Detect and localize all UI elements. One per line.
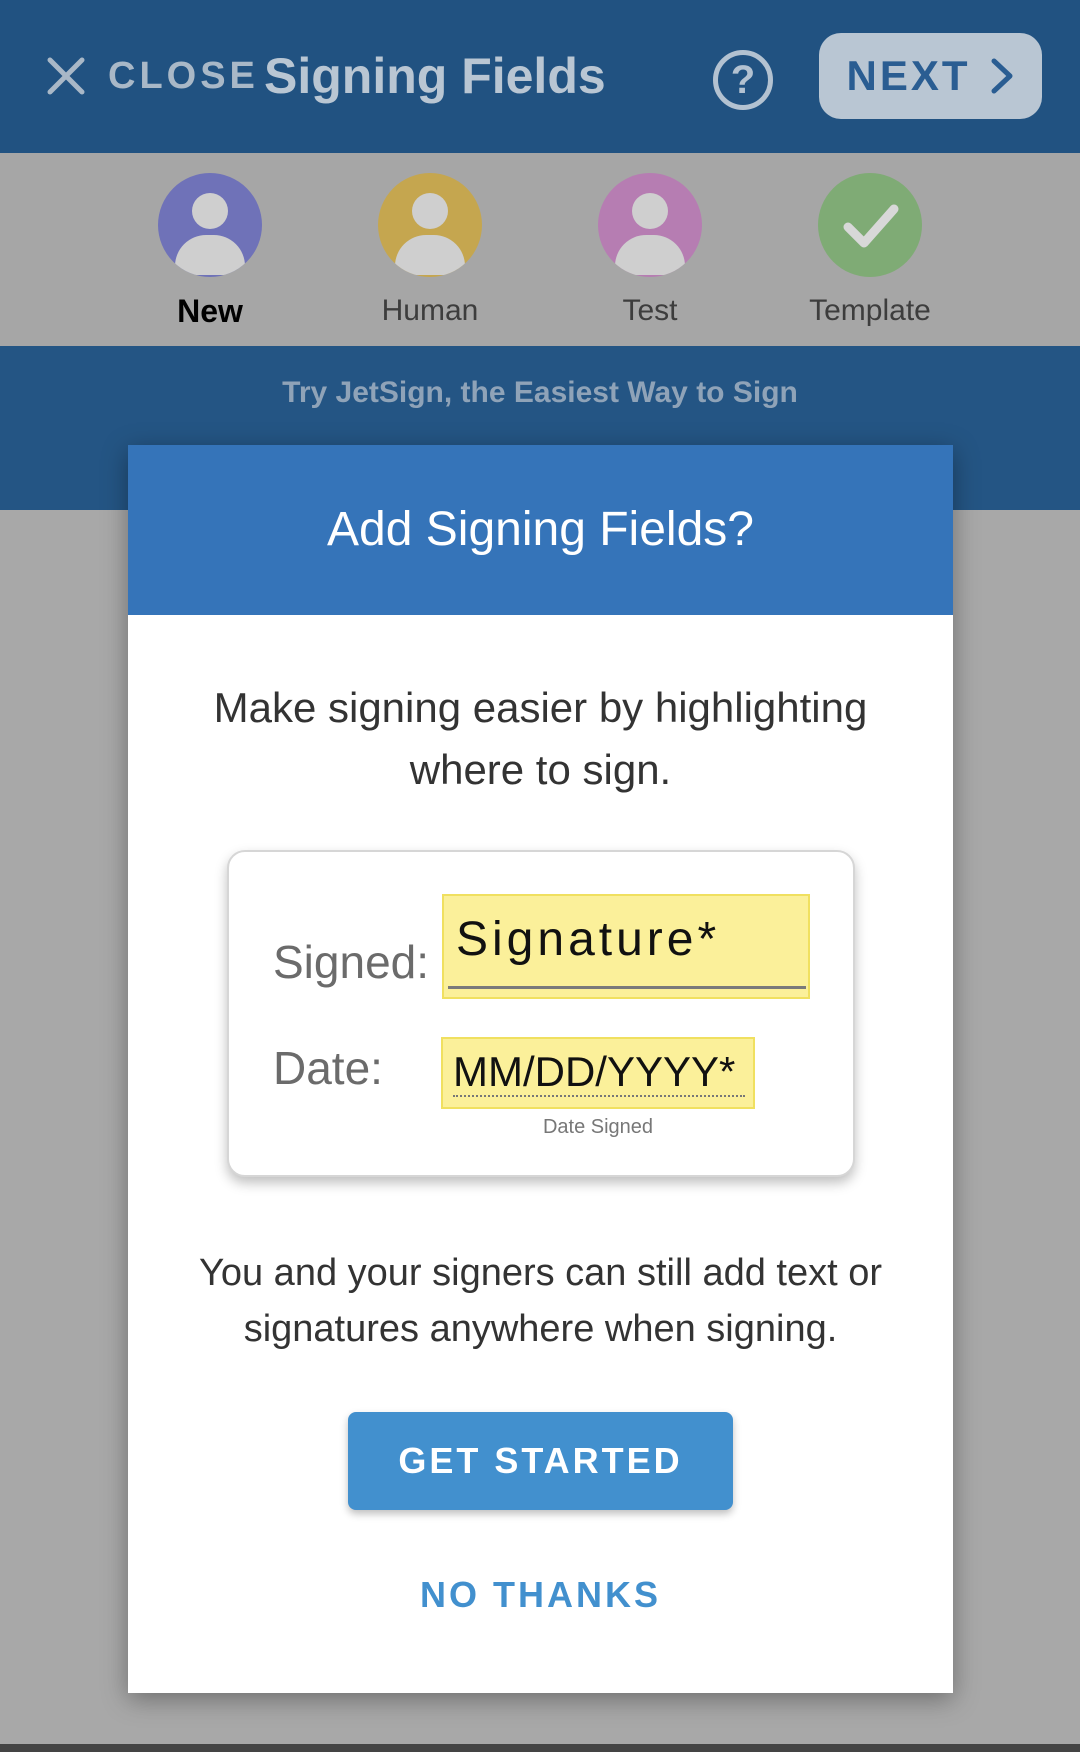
date-caption: Date Signed <box>542 1116 654 1138</box>
dialog-header: Add Signing Fields? <box>128 445 953 615</box>
top-app-bar: CLOSE Signing Fields ? NEXT <box>0 0 1080 153</box>
banner-text: Try JetSign, the Easiest Way to Sign <box>282 376 798 409</box>
checkmark-icon <box>818 173 922 277</box>
close-icon[interactable] <box>44 54 88 98</box>
system-nav-bar <box>0 1744 1080 1752</box>
signer-item-new[interactable]: New <box>120 173 300 331</box>
preview-signed-label: Signed: <box>273 936 430 988</box>
next-button-label: NEXT <box>846 52 971 99</box>
person-icon <box>598 173 702 277</box>
page-title: Signing Fields <box>264 48 606 104</box>
dialog-lead-text: Make signing easier by highlighting wher… <box>213 684 868 793</box>
preview-date-field: MM/DD/YYYY* <box>441 1037 755 1109</box>
person-icon <box>378 173 482 277</box>
dialog-title: Add Signing Fields? <box>327 503 754 556</box>
signer-label: Test <box>622 294 678 327</box>
signer-label: Human <box>381 294 479 327</box>
signer-item-test[interactable]: Test <box>560 173 740 331</box>
signature-placeholder: Signature* <box>456 913 721 966</box>
chevron-right-icon <box>991 58 1012 94</box>
signing-fields-preview: Signed: Signature* Date: MM/DD/YYYY* Dat… <box>227 850 855 1177</box>
signer-label: New <box>177 293 243 329</box>
help-icon[interactable]: ? <box>713 50 773 110</box>
date-placeholder: MM/DD/YYYY* <box>453 1048 736 1095</box>
person-icon <box>158 173 262 277</box>
close-button[interactable]: CLOSE <box>108 54 259 98</box>
dialog-note-text: You and your signers can still add text … <box>199 1252 882 1350</box>
signer-list: New Human Test Template <box>0 153 1080 346</box>
get-started-button[interactable]: GET STARTED <box>348 1412 733 1510</box>
add-signing-fields-dialog: Add Signing Fields? Make signing easier … <box>128 445 953 1693</box>
signer-item-template[interactable]: Template <box>780 173 960 331</box>
no-thanks-button[interactable]: NO THANKS <box>348 1565 733 1625</box>
preview-date-label: Date: <box>273 1042 383 1094</box>
signer-label: Template <box>809 294 931 327</box>
next-button[interactable]: NEXT <box>819 33 1042 119</box>
signer-item-human[interactable]: Human <box>340 173 520 331</box>
preview-signature-field: Signature* <box>442 894 810 999</box>
